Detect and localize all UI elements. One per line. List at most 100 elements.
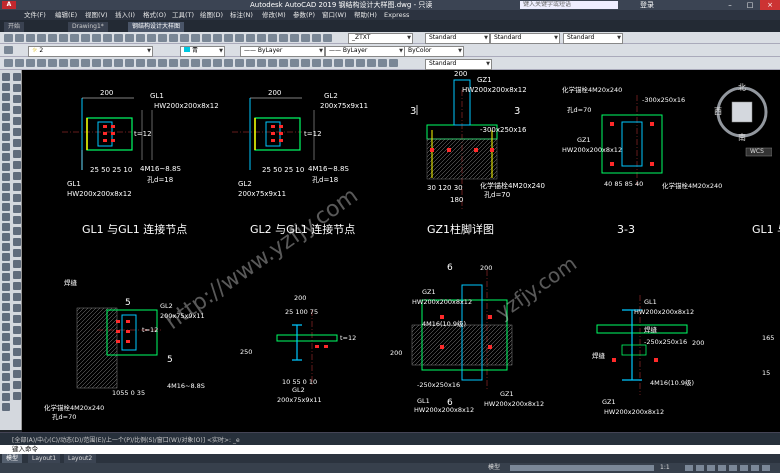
draw-cmd-15-icon[interactable] (2, 213, 10, 221)
tool-12-icon[interactable] (125, 34, 134, 42)
modify-cmd-9-icon[interactable] (13, 161, 21, 169)
tool-21-icon[interactable] (224, 34, 233, 42)
tab-start[interactable]: 开始 (4, 22, 25, 32)
draw-tool-11-icon[interactable] (114, 59, 123, 67)
status-toggle-14-icon[interactable] (614, 465, 622, 471)
draw-cmd-10-icon[interactable] (2, 163, 10, 171)
tool-9-icon[interactable] (92, 34, 101, 42)
menu-edit[interactable]: 编辑(E) (55, 10, 77, 20)
draw-cmd-30-icon[interactable] (2, 363, 10, 371)
tool-30-icon[interactable] (323, 34, 332, 42)
modify-cmd-11-icon[interactable] (13, 183, 21, 191)
draw-cmd-28-icon[interactable] (2, 343, 10, 351)
menu-tools[interactable]: 工具(T) (172, 10, 194, 20)
draw-cmd-17-icon[interactable] (2, 233, 10, 241)
search-input[interactable]: 键入关键字或短语 (520, 1, 618, 9)
draw-tool-27-icon[interactable] (290, 59, 299, 67)
tool-29-icon[interactable] (312, 34, 321, 42)
tool-5-icon[interactable] (48, 34, 57, 42)
minimize-icon[interactable]: – (720, 0, 740, 10)
modify-cmd-18-icon[interactable] (13, 260, 21, 268)
draw-cmd-32-icon[interactable] (2, 383, 10, 391)
status-tool-5-icon[interactable] (729, 465, 737, 471)
draw-cmd-4-icon[interactable] (2, 103, 10, 111)
draw-tool-23-icon[interactable] (246, 59, 255, 67)
status-tool-8-icon[interactable] (762, 465, 770, 471)
layer-select[interactable]: ☼ 2 ▼ (28, 46, 153, 57)
draw-tool-9-icon[interactable] (92, 59, 101, 67)
modify-cmd-21-icon[interactable] (13, 293, 21, 301)
status-scale[interactable]: 1:1 (660, 463, 670, 473)
modify-cmd-23-icon[interactable] (13, 315, 21, 323)
tool-25-icon[interactable] (268, 34, 277, 42)
tool-3-icon[interactable] (26, 34, 35, 42)
status-model[interactable]: 模型 (488, 463, 500, 473)
draw-cmd-9-icon[interactable] (2, 153, 10, 161)
tool-28-icon[interactable] (301, 34, 310, 42)
menu-view[interactable]: 视图(V) (85, 10, 108, 20)
draw-tool-12-icon[interactable] (125, 59, 134, 67)
status-toggle-7-icon[interactable] (558, 465, 566, 471)
modify-cmd-30-icon[interactable] (13, 392, 21, 400)
menu-window[interactable]: 窗口(W) (322, 10, 347, 20)
modify-cmd-15-icon[interactable] (13, 227, 21, 235)
status-tool-6-icon[interactable] (740, 465, 748, 471)
status-toggle-17-icon[interactable] (638, 465, 646, 471)
tool-18-icon[interactable] (191, 34, 200, 42)
draw-cmd-2-icon[interactable] (2, 83, 10, 91)
modify-cmd-26-icon[interactable] (13, 348, 21, 356)
tab-layout1[interactable]: Layout1 (28, 454, 61, 463)
tool-2-icon[interactable] (15, 34, 24, 42)
draw-cmd-27-icon[interactable] (2, 333, 10, 341)
tool-13-icon[interactable] (136, 34, 145, 42)
status-toggle-9-icon[interactable] (574, 465, 582, 471)
draw-cmd-29-icon[interactable] (2, 353, 10, 361)
draw-tool-21-icon[interactable] (224, 59, 233, 67)
draw-cmd-16-icon[interactable] (2, 223, 10, 231)
modify-cmd-17-icon[interactable] (13, 249, 21, 257)
draw-cmd-20-icon[interactable] (2, 263, 10, 271)
tool-6-icon[interactable] (59, 34, 68, 42)
draw-cmd-3-icon[interactable] (2, 93, 10, 101)
tool-17-icon[interactable] (180, 34, 189, 42)
tool-24-icon[interactable] (257, 34, 266, 42)
style2-select[interactable]: Standard ▼ (425, 59, 492, 70)
viewcube-west[interactable]: 西 (714, 106, 722, 117)
draw-tool-8-icon[interactable] (81, 59, 90, 67)
draw-tool-2-icon[interactable] (15, 59, 24, 67)
status-toggle-13-icon[interactable] (606, 465, 614, 471)
tool-1-icon[interactable] (4, 34, 13, 42)
tab-layout2[interactable]: Layout2 (64, 454, 97, 463)
menu-file[interactable]: 文件(F) (24, 10, 46, 20)
draw-tool-31-icon[interactable] (334, 59, 343, 67)
status-toggle-8-icon[interactable] (566, 465, 574, 471)
draw-tool-19-icon[interactable] (202, 59, 211, 67)
tool-20-icon[interactable] (213, 34, 222, 42)
draw-cmd-24-icon[interactable] (2, 303, 10, 311)
draw-tool-18-icon[interactable] (191, 59, 200, 67)
tool-16-icon[interactable] (169, 34, 178, 42)
table-style-select[interactable]: Standard ▼ (490, 33, 560, 44)
draw-tool-26-icon[interactable] (279, 59, 288, 67)
viewcube-wcs[interactable]: WCS (750, 148, 764, 155)
status-toggle-1-icon[interactable] (510, 465, 518, 471)
draw-tool-1-icon[interactable] (4, 59, 13, 67)
tool-26-icon[interactable] (279, 34, 288, 42)
status-toggle-18-icon[interactable] (646, 465, 654, 471)
draw-cmd-23-icon[interactable] (2, 293, 10, 301)
status-toggle-15-icon[interactable] (622, 465, 630, 471)
draw-cmd-8-icon[interactable] (2, 143, 10, 151)
close-icon[interactable]: × (760, 0, 780, 10)
draw-cmd-31-icon[interactable] (2, 373, 10, 381)
modify-cmd-8-icon[interactable] (13, 150, 21, 158)
draw-tool-20-icon[interactable] (213, 59, 222, 67)
modify-cmd-12-icon[interactable] (13, 194, 21, 202)
status-toggle-10-icon[interactable] (582, 465, 590, 471)
draw-tool-10-icon[interactable] (103, 59, 112, 67)
tool-22-icon[interactable] (235, 34, 244, 42)
modify-cmd-2-icon[interactable] (13, 84, 21, 92)
status-toggle-4-icon[interactable] (534, 465, 542, 471)
draw-cmd-33-icon[interactable] (2, 393, 10, 401)
modify-cmd-3-icon[interactable] (13, 95, 21, 103)
draw-cmd-11-icon[interactable] (2, 173, 10, 181)
